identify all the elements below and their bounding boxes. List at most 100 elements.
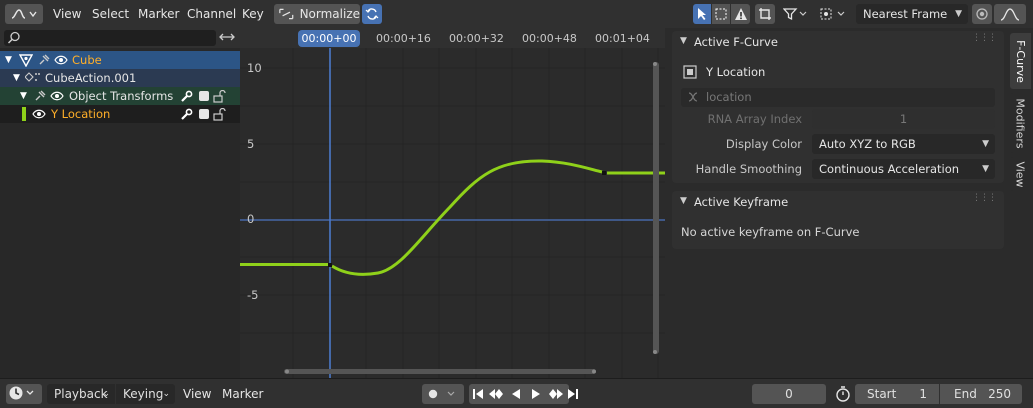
play-icon[interactable]: [528, 384, 544, 404]
only-show-visible-toggle[interactable]: [712, 4, 730, 24]
graph-canvas[interactable]: [240, 28, 665, 378]
graph-editor-icon: [11, 9, 37, 19]
record-dot-icon: [428, 389, 455, 399]
keyframe-point[interactable]: [328, 263, 332, 267]
keyframe-point[interactable]: [602, 171, 606, 175]
proportional-falloff-button[interactable]: [994, 4, 1026, 24]
display-color-dropdown[interactable]: Auto XYZ to RGB ▼: [812, 134, 995, 154]
cursor-arrow-icon: [698, 8, 706, 20]
falloff-curve-icon: [1000, 8, 1020, 21]
playback-label: Playback: [54, 387, 108, 401]
proportional-editing-toggle[interactable]: [972, 4, 992, 24]
editor-type-button[interactable]: [5, 4, 43, 24]
eye-icon[interactable]: [32, 107, 46, 121]
timeline-view-menu[interactable]: View: [183, 387, 211, 401]
only-selected-toggle[interactable]: [693, 4, 711, 24]
filter-dropdown[interactable]: [781, 4, 811, 24]
timeline-marker-menu[interactable]: Marker: [222, 387, 263, 401]
jump-to-end-icon[interactable]: [565, 384, 581, 404]
fcurve-name: Y Location: [706, 65, 766, 79]
tab-view[interactable]: View: [1010, 157, 1031, 191]
menu-channel[interactable]: Channel: [187, 4, 236, 24]
channel-label-group: Object Transforms: [69, 89, 174, 103]
lock-open-icon[interactable]: [213, 107, 227, 121]
start-value: 1: [919, 387, 927, 401]
channel-row-action[interactable]: ▼ CubeAction.001: [0, 69, 240, 87]
channel-search-input[interactable]: [4, 30, 216, 46]
channel-label-object: Cube: [72, 53, 102, 67]
fcurve-channel-icon: [683, 65, 697, 79]
prev-keyframe-icon[interactable]: [486, 384, 506, 404]
channel-row-fcurve[interactable]: Y Location: [0, 105, 240, 123]
active-keyframe-panel-header[interactable]: ▼ Active Keyframe ⋮⋮⋮: [672, 191, 1004, 213]
snap-mode-dropdown[interactable]: Nearest Frame ▼: [856, 4, 968, 24]
normalize-label: Normalize: [299, 7, 360, 21]
pin-icon[interactable]: [37, 53, 51, 67]
jump-to-start-icon[interactable]: [470, 384, 486, 404]
rna-link-icon: [688, 92, 698, 102]
action-icon: [25, 72, 40, 82]
menu-view[interactable]: View: [53, 4, 81, 24]
checkbox-icon[interactable]: [199, 91, 209, 101]
menu-select[interactable]: Select: [92, 4, 129, 24]
object-triangle-icon: [19, 54, 33, 67]
select-box-icon: [715, 8, 727, 20]
keying-menu[interactable]: Keying ⌄: [116, 384, 175, 404]
active-fcurve-panel-header[interactable]: ▼ Active F-Curve ⋮⋮⋮: [672, 31, 1004, 53]
expand-arrow-icon[interactable]: ▼: [13, 73, 20, 83]
eye-icon[interactable]: [54, 53, 68, 67]
start-frame-field[interactable]: Start 1: [855, 384, 939, 404]
show-ghost-curves-button[interactable]: [755, 4, 775, 24]
y-tick-label: 5: [247, 137, 255, 151]
keying-label: Keying: [123, 387, 164, 401]
lock-open-icon[interactable]: [213, 89, 227, 103]
tab-view-label: View: [1014, 160, 1028, 188]
menu-marker[interactable]: Marker: [138, 4, 179, 24]
rna-index-field: 1: [812, 109, 995, 129]
channel-row-group[interactable]: ▼ Object Transforms: [0, 87, 240, 105]
wrench-icon[interactable]: [180, 108, 193, 121]
current-frame-badge[interactable]: 00:00+00: [298, 30, 360, 47]
playback-menu[interactable]: Playback ⌄: [47, 384, 115, 404]
ruler-tick-label: 00:00+48: [522, 32, 577, 45]
stopwatch-icon[interactable]: [833, 384, 853, 404]
vertical-scrollbar[interactable]: [653, 62, 659, 354]
checkbox-icon[interactable]: [199, 109, 209, 119]
swap-arrows-icon: [219, 33, 235, 41]
refresh-icon: [365, 8, 379, 20]
auto-keying-toggle[interactable]: [422, 384, 464, 404]
wrench-icon[interactable]: [180, 90, 193, 103]
handle-smoothing-value: Continuous Acceleration: [819, 162, 960, 176]
pivot-point-dropdown[interactable]: [818, 4, 850, 24]
data-path-field[interactable]: location: [681, 88, 995, 107]
tab-modifiers[interactable]: Modifiers: [1010, 93, 1031, 153]
pin-icon[interactable]: [33, 89, 47, 103]
channel-label-fcurve: Y Location: [51, 107, 111, 121]
no-keyframe-message: No active keyframe on F-Curve: [681, 225, 860, 239]
data-path-value: location: [706, 90, 752, 104]
normalize-toggle[interactable]: Normalize: [274, 4, 360, 24]
chevron-down-icon: ⌄: [162, 389, 170, 399]
drag-handle-icon[interactable]: ⋮⋮⋮: [972, 193, 997, 203]
next-keyframe-icon[interactable]: [546, 384, 566, 404]
play-reverse-icon[interactable]: [508, 384, 524, 404]
only-show-errors-toggle[interactable]: [731, 4, 750, 24]
channel-row-object[interactable]: ▼ Cube: [0, 51, 240, 69]
ruler-tick-label: 00:01+04: [595, 32, 650, 45]
end-frame-field[interactable]: End 250: [940, 384, 1022, 404]
tab-fcurve[interactable]: F-Curve: [1010, 33, 1031, 89]
handle-smoothing-dropdown[interactable]: Continuous Acceleration ▼: [812, 159, 995, 179]
chevron-down-icon: ▼: [982, 139, 989, 149]
eye-icon[interactable]: [50, 89, 64, 103]
rna-index-label: RNA Array Index: [707, 112, 802, 126]
current-frame-field[interactable]: 0: [752, 384, 826, 404]
timeline-editor-type-button[interactable]: [6, 384, 42, 404]
horizontal-scrollbar[interactable]: [284, 369, 596, 374]
chevron-down-icon: ▼: [982, 164, 989, 174]
auto-normalize-button[interactable]: [362, 4, 382, 24]
drag-handle-icon[interactable]: ⋮⋮⋮: [972, 33, 997, 43]
expand-arrow-icon[interactable]: ▼: [5, 55, 12, 65]
expand-arrow-icon[interactable]: ▼: [20, 91, 27, 101]
swap-filter-button[interactable]: [218, 30, 238, 46]
menu-key[interactable]: Key: [242, 4, 264, 24]
